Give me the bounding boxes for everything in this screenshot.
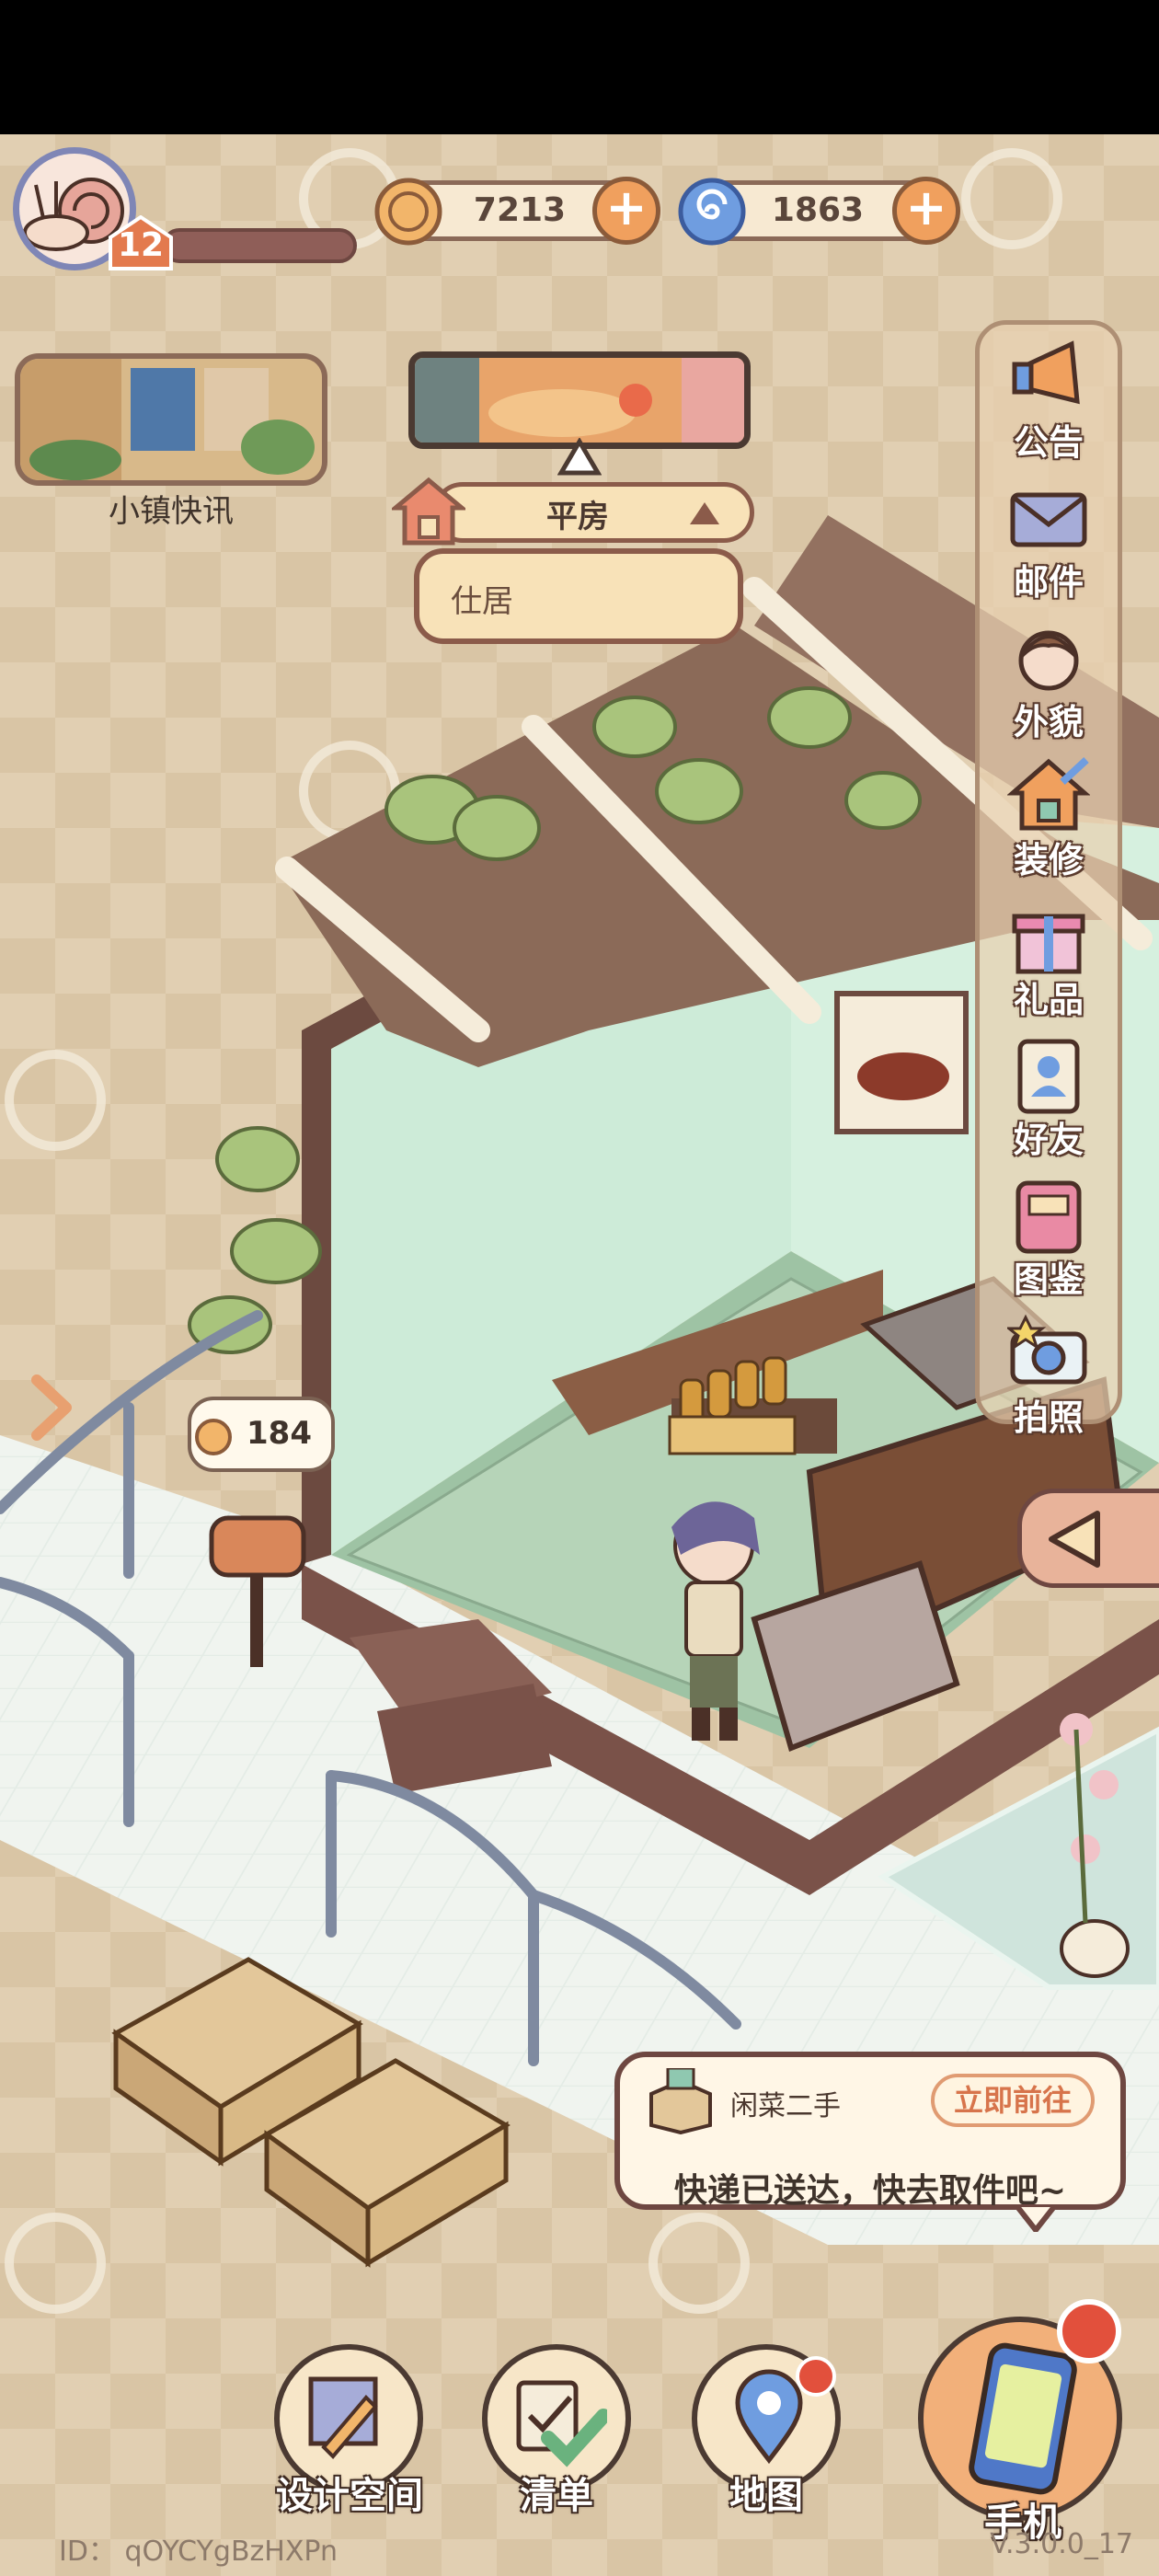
add-coins-button[interactable]: +: [592, 177, 660, 245]
announcement-icon: [1012, 340, 1080, 405]
menu-gift[interactable]: 礼品: [975, 889, 1122, 1021]
bubble-tail: [1016, 2204, 1056, 2232]
triangle-left-icon: [1049, 1511, 1100, 1568]
design-space-icon: [308, 2376, 378, 2459]
coin-icon: [374, 178, 442, 246]
menu-camera[interactable]: 拍照: [975, 1306, 1122, 1439]
player-id: ID： qOYCYgBzHXPn: [59, 2536, 338, 2568]
phone-button[interactable]: [918, 2299, 1122, 2521]
triangle-up-icon: [557, 438, 602, 476]
camera-icon: [1007, 1314, 1087, 1385]
coin-icon: [195, 1419, 232, 1455]
chevron-right-icon[interactable]: [24, 1371, 79, 1444]
menu-announcement[interactable]: 公告: [975, 331, 1122, 464]
notification-dot-icon: [1057, 2299, 1121, 2363]
collapse-menu-button[interactable]: [1017, 1489, 1159, 1588]
mail-icon: [1010, 492, 1087, 547]
caret-up-icon[interactable]: [688, 500, 721, 526]
checklist-icon: [516, 2380, 607, 2467]
go-now-button[interactable]: 立即前往: [931, 2074, 1095, 2127]
app-version: V.3.0.0_17: [990, 2528, 1133, 2560]
menu-collection[interactable]: 图鉴: [975, 1168, 1122, 1301]
design-space-label: 设计空间: [276, 2475, 423, 2517]
gift-icon: [1012, 914, 1085, 974]
menu-friends[interactable]: 好友: [975, 1029, 1122, 1161]
experience-bar: [162, 228, 357, 263]
checklist-label: 清单: [520, 2475, 593, 2517]
swirl-gem-icon: [678, 178, 746, 246]
renovate-icon: [1007, 757, 1090, 831]
add-gems-button[interactable]: +: [892, 177, 960, 245]
town-news-label: 小镇快讯: [109, 493, 234, 530]
town-news-card[interactable]: [15, 353, 327, 486]
gem-value: 1863: [771, 191, 865, 229]
menu-appearance[interactable]: 外貌: [975, 611, 1122, 743]
menu-renovate[interactable]: 装修: [975, 749, 1122, 881]
notification-sender: 闲菜二手: [730, 2090, 841, 2122]
appearance-icon: [1018, 630, 1079, 691]
mailbox-coin-value: 184: [247, 1415, 312, 1452]
notification-dot-icon: [796, 2356, 836, 2397]
menu-mail[interactable]: 邮件: [975, 471, 1122, 604]
sunny-weather-icon: [415, 358, 744, 443]
building-name: 平房: [546, 499, 609, 535]
package-icon: [649, 2068, 712, 2134]
building-dropdown-option-label: 仕居: [451, 583, 513, 620]
friends-icon: [1017, 1039, 1080, 1114]
town-news-thumbnail: [20, 359, 322, 480]
map-label: 地图: [729, 2475, 803, 2517]
player-level: 12: [117, 226, 165, 264]
weather-banner[interactable]: [408, 351, 751, 449]
coin-value: 7213: [473, 191, 567, 229]
collection-icon: [1016, 1180, 1082, 1254]
